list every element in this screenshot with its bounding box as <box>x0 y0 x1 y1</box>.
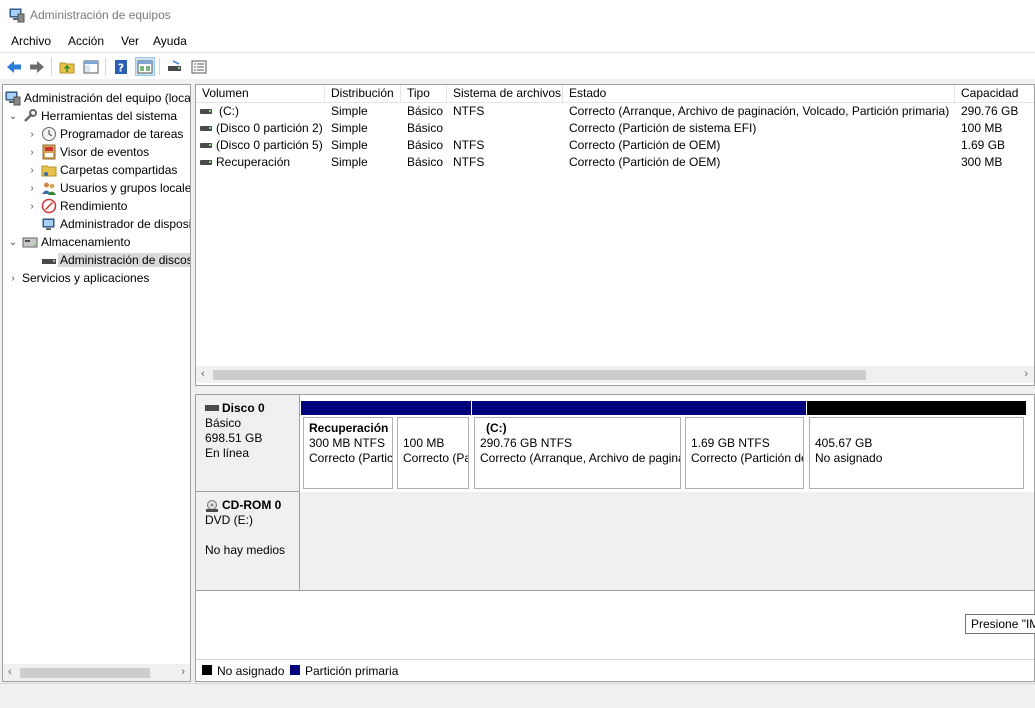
tree-item-carpetas[interactable]: › Carpetas compartidas <box>26 161 190 179</box>
chevron-right-icon[interactable]: › <box>26 200 38 212</box>
device-manager-icon <box>41 216 57 232</box>
tree-item-rendimiento[interactable]: › Rendimiento <box>26 197 190 215</box>
cdrom-0-label[interactable]: CD-ROM 0 DVD (E:) No hay medios <box>196 492 300 591</box>
table-row[interactable]: (Disco 0 partición 5) Simple Básico NTFS… <box>196 137 1034 154</box>
content-pane: Volumen Distribución Tipo Sistema de arc… <box>195 84 1035 682</box>
help-icon[interactable]: ? <box>111 57 131 76</box>
drive-icon <box>200 126 212 131</box>
tooltip: Presione "IMPR PANT" <box>965 614 1035 634</box>
chevron-down-icon[interactable]: ⌄ <box>7 236 19 248</box>
menu-bar: Archivo Acción Ver Ayuda <box>0 30 1035 52</box>
event-viewer-icon <box>41 144 57 160</box>
list-icon[interactable] <box>189 57 209 76</box>
drive-icon <box>200 143 212 148</box>
tree-item-administrador-dispositivos[interactable]: Administrador de dispositivos <box>38 215 190 233</box>
table-row[interactable]: Recuperación Simple Básico NTFS Correcto… <box>196 154 1034 171</box>
navigation-tree[interactable]: Administración del equipo (local) ⌄ Herr… <box>2 84 191 682</box>
show-hide-tree-icon[interactable] <box>81 57 101 76</box>
clock-icon <box>41 126 57 142</box>
legend-label-unallocated: No asignado <box>217 664 285 678</box>
chevron-right-icon[interactable]: › <box>26 146 38 158</box>
status-bar <box>0 683 1035 708</box>
column-header-estado[interactable]: Estado <box>563 85 955 103</box>
up-folder-icon[interactable] <box>57 57 77 76</box>
cdrom-0-volume-area <box>300 492 1034 591</box>
chevron-down-icon[interactable]: ⌄ <box>7 110 19 122</box>
tree-item-usuarios[interactable]: › Usuarios y grupos locales <box>26 179 190 197</box>
forward-icon[interactable] <box>27 57 47 76</box>
menu-ver[interactable]: Ver <box>121 34 139 48</box>
computer-management-icon <box>5 90 21 106</box>
volume-list[interactable]: Volumen Distribución Tipo Sistema de arc… <box>195 84 1035 386</box>
title-bar: Administración de equipos <box>0 0 1035 30</box>
partition-unallocated[interactable]: 405.67 GB No asignado <box>807 401 1026 489</box>
legend-label-primary: Partición primaria <box>305 664 399 678</box>
scrollbar-thumb[interactable] <box>213 370 866 380</box>
column-header-capacidad[interactable]: Capacidad <box>955 85 1034 103</box>
performance-icon <box>41 198 57 214</box>
tree-item-servicios[interactable]: › Servicios y aplicaciones <box>7 269 190 287</box>
rescan-icon[interactable] <box>165 57 185 76</box>
legend: No asignado Partición primaria <box>196 659 1034 681</box>
disk-0-label[interactable]: Disco 0 Básico 698.51 GB En línea <box>196 395 300 492</box>
partition-efi[interactable]: 100 MB Correcto (Partición de sistema EF… <box>395 401 471 489</box>
partition-oem[interactable]: 1.69 GB NTFS Correcto (Partición de OEM) <box>683 401 806 489</box>
scroll-right-icon[interactable]: › <box>181 666 185 678</box>
tree-item-herramientas[interactable]: ⌄ Herramientas del sistema <box>7 107 190 125</box>
users-icon <box>41 180 57 196</box>
column-header-volumen[interactable]: Volumen <box>196 85 325 103</box>
chevron-right-icon[interactable]: › <box>7 272 19 284</box>
partition-recuperacion[interactable]: Recuperación 300 MB NTFS Correcto (Parti… <box>301 401 395 489</box>
table-row[interactable]: (Disco 0 partición 2) Simple Básico Corr… <box>196 120 1034 137</box>
shared-folder-icon <box>41 162 57 178</box>
tree-item-almacenamiento[interactable]: ⌄ Almacenamiento <box>7 233 190 251</box>
volume-list-horizontal-scrollbar[interactable]: ‹ › <box>196 366 1034 383</box>
scroll-left-icon[interactable]: ‹ <box>201 368 205 380</box>
tree-item-administracion-discos[interactable]: Administración de discos <box>38 251 190 269</box>
column-header-sistema-archivos[interactable]: Sistema de archivos <box>447 85 563 103</box>
properties-icon[interactable] <box>135 57 155 76</box>
menu-accion[interactable]: Acción <box>68 34 104 48</box>
tools-icon <box>22 108 38 124</box>
menu-ayuda[interactable]: Ayuda <box>153 34 187 48</box>
window-title: Administración de equipos <box>30 8 171 22</box>
scroll-left-icon[interactable]: ‹ <box>8 666 12 678</box>
table-row[interactable]: (C:) Simple Básico NTFS Correcto (Arranq… <box>196 103 1034 120</box>
chevron-right-icon[interactable]: › <box>26 128 38 140</box>
chevron-right-icon[interactable]: › <box>26 164 38 176</box>
column-header-tipo[interactable]: Tipo <box>401 85 447 103</box>
svg-text:?: ? <box>118 61 124 74</box>
disk-graphical-view[interactable]: Disco 0 Básico 698.51 GB En línea Recupe… <box>195 394 1035 682</box>
disk-icon <box>205 404 219 411</box>
tree-item-visor[interactable]: › Visor de eventos <box>26 143 190 161</box>
legend-swatch-unallocated <box>202 665 212 675</box>
computer-management-icon <box>9 7 25 23</box>
legend-swatch-primary <box>290 665 300 675</box>
partition-c[interactable]: (C:) 290.76 GB NTFS Correcto (Arranque, … <box>472 401 683 489</box>
tree-horizontal-scrollbar[interactable]: ‹ › <box>3 664 190 681</box>
scroll-right-icon[interactable]: › <box>1024 368 1028 380</box>
tree-item-programador[interactable]: › Programador de tareas <box>26 125 190 143</box>
cdrom-icon <box>205 499 219 512</box>
menu-archivo[interactable]: Archivo <box>11 34 51 48</box>
disk-icon <box>41 252 57 268</box>
toolbar: ? <box>0 52 1035 79</box>
chevron-right-icon[interactable]: › <box>26 182 38 194</box>
drive-icon <box>200 109 212 114</box>
tree-root[interactable]: Administración del equipo (local) <box>5 89 191 107</box>
tree-root-label: Administración del equipo (local) <box>24 91 191 105</box>
drive-icon <box>200 160 212 165</box>
scrollbar-thumb[interactable] <box>20 668 150 678</box>
column-header-distribucion[interactable]: Distribución <box>325 85 401 103</box>
storage-icon <box>22 234 38 250</box>
back-icon[interactable] <box>4 57 24 76</box>
main-area: Administración del equipo (local) ⌄ Herr… <box>0 79 1035 683</box>
